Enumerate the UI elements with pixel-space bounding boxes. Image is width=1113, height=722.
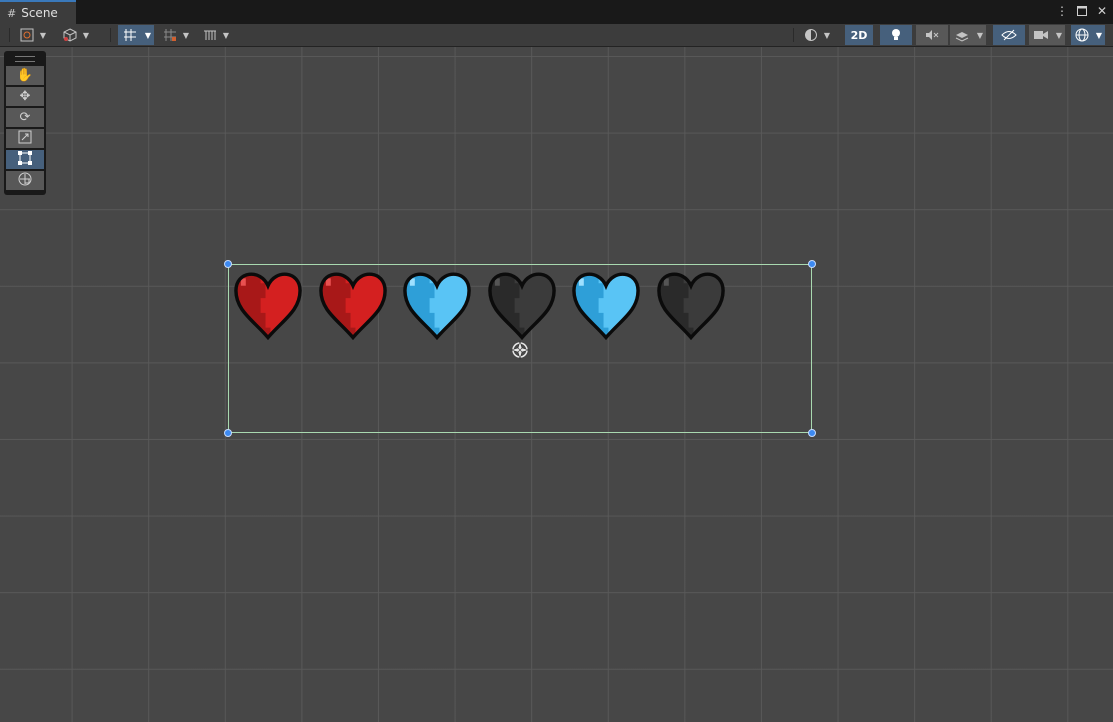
draw-mode-icon[interactable] bbox=[17, 25, 37, 45]
chevron-down-icon[interactable]: ▼ bbox=[37, 25, 49, 45]
chevron-down-icon[interactable]: ▼ bbox=[821, 25, 833, 45]
heart-red[interactable] bbox=[314, 266, 392, 340]
move-tool-button[interactable]: ✥ bbox=[6, 87, 44, 106]
toolbar-separator bbox=[110, 28, 111, 42]
scale-tool-button[interactable] bbox=[6, 129, 44, 148]
hand-icon: ✋ bbox=[16, 68, 34, 83]
camera-dropdown[interactable]: ▼ bbox=[1029, 25, 1065, 45]
tool-palette: ✋ ✥ ⟳ bbox=[4, 51, 46, 195]
effects-icon[interactable] bbox=[950, 25, 974, 45]
shading-icon[interactable] bbox=[801, 25, 821, 45]
draw-mode-dropdown[interactable]: ▼ bbox=[17, 25, 49, 45]
toolbar-separator bbox=[793, 28, 794, 42]
tab-label: Scene bbox=[21, 6, 58, 20]
window-controls: ⋮ ✕ bbox=[1055, 3, 1109, 19]
rotate-tool-button[interactable]: ⟳ bbox=[6, 108, 44, 127]
rect-handle-top-right[interactable] bbox=[808, 260, 816, 268]
heart-red[interactable] bbox=[229, 266, 307, 340]
heart-dark[interactable] bbox=[483, 266, 561, 340]
chevron-down-icon[interactable]: ▼ bbox=[80, 25, 92, 45]
audio-group[interactable] bbox=[916, 25, 948, 45]
effects-dropdown[interactable]: ▼ bbox=[950, 25, 986, 45]
hidden-objects-icon[interactable] bbox=[993, 25, 1025, 45]
tab-scene[interactable]: # Scene bbox=[0, 0, 76, 24]
mode-2d-group[interactable]: 2D bbox=[845, 25, 873, 45]
grid-icon: # bbox=[7, 6, 17, 20]
move-icon: ✥ bbox=[19, 89, 31, 104]
heart-dark[interactable] bbox=[652, 266, 730, 340]
camera-icon[interactable] bbox=[1029, 25, 1053, 45]
chevron-down-icon[interactable]: ▼ bbox=[180, 25, 192, 45]
chevron-down-icon[interactable]: ▼ bbox=[974, 25, 986, 45]
rect-handle-bottom-right[interactable] bbox=[808, 429, 816, 437]
tab-bar: # Scene ⋮ ✕ bbox=[0, 0, 1113, 25]
audio-mute-icon[interactable] bbox=[916, 25, 948, 45]
lighting-icon[interactable] bbox=[880, 25, 912, 45]
pivot-gizmo[interactable] bbox=[508, 338, 532, 362]
grid-dropdown[interactable]: ▼ bbox=[200, 25, 232, 45]
gizmo-dropdown[interactable]: ▼ bbox=[60, 25, 92, 45]
chevron-down-icon[interactable]: ▼ bbox=[142, 25, 154, 45]
chevron-down-icon[interactable]: ▼ bbox=[220, 25, 232, 45]
hidden-objects-group[interactable] bbox=[993, 25, 1025, 45]
3d-gizmo-icon[interactable] bbox=[60, 25, 80, 45]
maximize-icon[interactable] bbox=[1075, 3, 1089, 19]
gizmos-dropdown[interactable]: ▼ bbox=[1071, 25, 1105, 45]
rect-handle-bottom-left[interactable] bbox=[224, 429, 232, 437]
transform-icon bbox=[18, 172, 32, 190]
hand-tool-button[interactable]: ✋ bbox=[6, 66, 44, 85]
lighting-group[interactable] bbox=[880, 25, 912, 45]
chevron-down-icon[interactable]: ▼ bbox=[1093, 25, 1105, 45]
heart-blue[interactable] bbox=[567, 266, 645, 340]
grid-visibility-icon[interactable] bbox=[200, 25, 220, 45]
heart-blue[interactable] bbox=[398, 266, 476, 340]
toolbar-separator bbox=[9, 28, 10, 42]
increment-snap-icon[interactable] bbox=[160, 25, 180, 45]
more-options-icon[interactable]: ⋮ bbox=[1055, 3, 1069, 19]
chevron-down-icon[interactable]: ▼ bbox=[1053, 25, 1065, 45]
snap-dropdown[interactable]: ▼ bbox=[118, 25, 154, 45]
rect-transform-icon bbox=[18, 150, 32, 169]
gizmos-icon[interactable] bbox=[1071, 25, 1093, 45]
transform-tool-button[interactable] bbox=[6, 171, 44, 190]
close-icon[interactable]: ✕ bbox=[1095, 3, 1109, 19]
shading-dropdown[interactable]: ▼ bbox=[801, 25, 833, 45]
palette-drag-handle[interactable] bbox=[15, 56, 35, 62]
2d-toggle-button[interactable]: 2D bbox=[845, 25, 873, 45]
rotate-icon: ⟳ bbox=[19, 110, 31, 125]
scale-icon bbox=[18, 130, 32, 148]
scene-toolbar: ▼ ▼ ▼ ▼ ▼ ▼ 2D ▼ ▼ ▼ bbox=[0, 24, 1113, 47]
rect-tool-button[interactable] bbox=[6, 150, 44, 169]
snap-grid-icon[interactable] bbox=[118, 25, 142, 45]
increment-snap-dropdown[interactable]: ▼ bbox=[160, 25, 192, 45]
